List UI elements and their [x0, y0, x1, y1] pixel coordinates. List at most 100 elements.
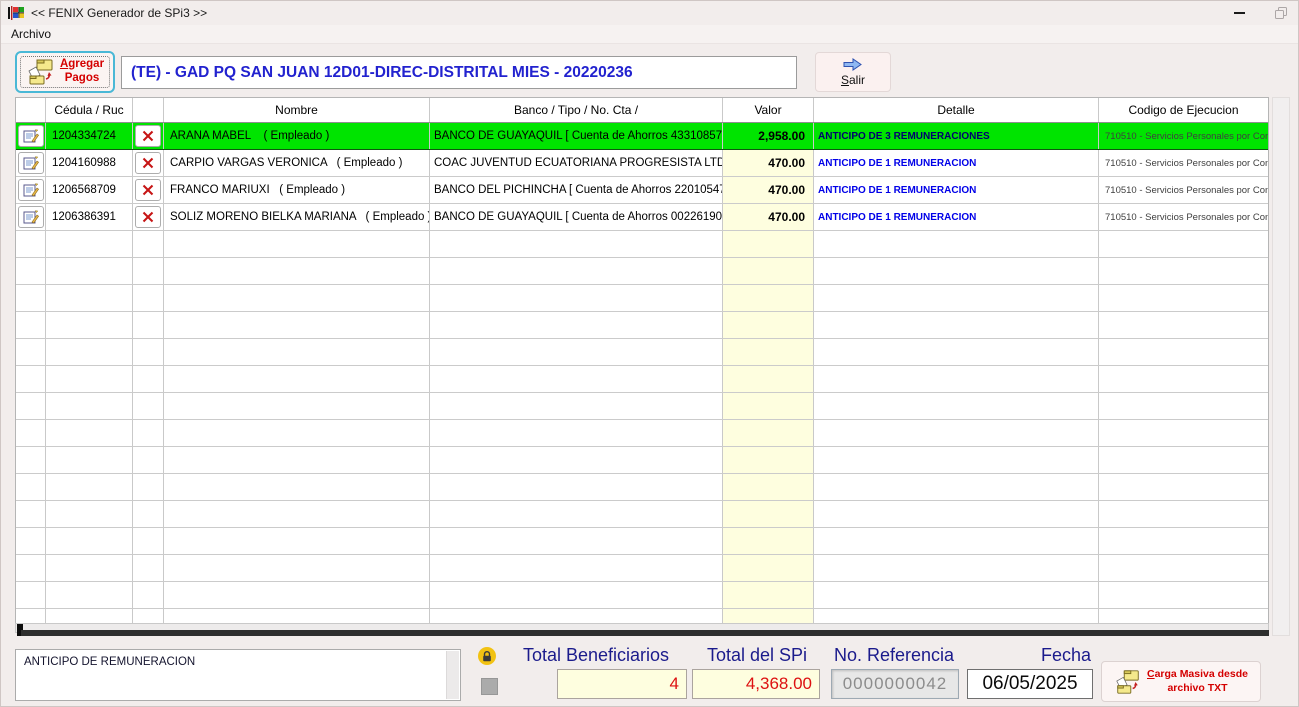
empty-table-row[interactable]: [16, 312, 1268, 339]
cell-detalle: ANTICIPO DE 1 REMUNERACION: [814, 204, 1099, 230]
delete-x-icon: [142, 130, 154, 142]
windows-logo-icon: [8, 5, 25, 21]
cell-codigo: 710510 - Servicios Personales por Contra…: [1099, 123, 1268, 149]
empty-table-row[interactable]: [16, 285, 1268, 312]
referencia-label: No. Referencia: [825, 645, 963, 666]
delete-row-button[interactable]: [135, 152, 161, 174]
load-txt-folder-icon: [1114, 667, 1142, 697]
restore-icon: [1275, 7, 1288, 19]
edit-record-button[interactable]: [18, 206, 44, 228]
edit-record-button[interactable]: [18, 152, 44, 174]
total-beneficiarios-value: 4: [557, 669, 687, 699]
empty-table-row[interactable]: [16, 420, 1268, 447]
empty-table-row[interactable]: [16, 528, 1268, 555]
agregar-pagos-button[interactable]: Agregar Pagos: [15, 51, 115, 93]
carga-masiva-button[interactable]: Carga Masiva desde archivo TXT: [1101, 661, 1261, 702]
cell-banco: BANCO DEL PICHINCHA [ Cuenta de Ahorros …: [430, 177, 723, 203]
exit-arrow-icon: [843, 58, 863, 71]
header-nombre[interactable]: Nombre: [164, 98, 430, 122]
edit-record-icon: [23, 156, 39, 170]
edit-record-icon: [23, 210, 39, 224]
empty-table-row[interactable]: [16, 258, 1268, 285]
salir-button[interactable]: Salir: [815, 52, 891, 92]
delete-x-icon: [142, 211, 154, 223]
header-cedula[interactable]: Cédula / Ruc: [46, 98, 133, 122]
cell-banco: BANCO DE GUAYAQUIL [ Cuenta de Ahorros 0…: [430, 204, 723, 230]
empty-table-row[interactable]: [16, 474, 1268, 501]
cell-nombre: SOLIZ MORENO BIELKA MARIANA ( Empleado ): [164, 204, 430, 230]
cell-nombre: FRANCO MARIUXI ( Empleado ): [164, 177, 430, 203]
vertical-scrollbar[interactable]: [1272, 97, 1290, 636]
memo-text: ANTICIPO DE REMUNERACION: [24, 656, 195, 668]
header-edit-column: [16, 98, 46, 122]
cell-detalle: ANTICIPO DE 1 REMUNERACION: [814, 177, 1099, 203]
detail-memo-field[interactable]: ANTICIPO DE REMUNERACION: [15, 649, 461, 701]
empty-table-row[interactable]: [16, 609, 1268, 623]
table-row[interactable]: 1204334724 ARANA MABEL ( Empleado ) BANC…: [16, 123, 1268, 150]
empty-table-row[interactable]: [16, 339, 1268, 366]
header-codigo[interactable]: Codigo de Ejecucion: [1099, 98, 1268, 122]
total-spi-value: 4,368.00: [692, 669, 820, 699]
cell-codigo: 710510 - Servicios Personales por Contra…: [1099, 204, 1268, 230]
empty-table-row[interactable]: [16, 366, 1268, 393]
salir-label: Salir: [841, 73, 865, 87]
window-title: << FENIX Generador de SPi3 >>: [31, 6, 207, 20]
status-square[interactable]: [481, 678, 498, 695]
lock-badge: [478, 647, 496, 665]
header-delete-column: [133, 98, 164, 122]
spi-title-field[interactable]: (TE) - GAD PQ SAN JUAN 12D01-DIREC-DISTR…: [121, 56, 797, 89]
menu-archivo[interactable]: Archivo: [1, 25, 57, 41]
delete-row-button[interactable]: [135, 206, 161, 228]
cell-cedula: 1206568709: [46, 177, 133, 203]
total-beneficiarios-label: Total Beneficiarios: [501, 645, 691, 666]
table-row[interactable]: 1204160988 CARPIO VARGAS VERONICA ( Empl…: [16, 150, 1268, 177]
grid-bottom-bar: [21, 630, 1269, 636]
edit-record-button[interactable]: [18, 125, 44, 147]
cell-codigo: 710510 - Servicios Personales por Contra…: [1099, 177, 1268, 203]
table-row[interactable]: 1206568709 FRANCO MARIUXI ( Empleado ) B…: [16, 177, 1268, 204]
minimize-button[interactable]: [1219, 1, 1259, 25]
header-valor[interactable]: Valor: [723, 98, 814, 122]
delete-row-button[interactable]: [135, 179, 161, 201]
header-banco[interactable]: Banco / Tipo / No. Cta /: [430, 98, 723, 122]
cell-valor: 470.00: [723, 177, 814, 203]
empty-table-row[interactable]: [16, 231, 1268, 258]
title-bar: << FENIX Generador de SPi3 >>: [1, 1, 1298, 25]
cell-codigo: 710510 - Servicios Personales por Contra…: [1099, 150, 1268, 176]
cell-valor: 470.00: [723, 204, 814, 230]
total-spi-label: Total del SPi: [691, 645, 823, 666]
cell-valor: 2,958.00: [723, 123, 814, 149]
referencia-value: 0000000042: [831, 669, 959, 699]
empty-table-row[interactable]: [16, 555, 1268, 582]
cell-detalle: ANTICIPO DE 3 REMUNERACIONES: [814, 123, 1099, 149]
grid-header-row: Cédula / Ruc Nombre Banco / Tipo / No. C…: [16, 98, 1268, 123]
table-row[interactable]: 1206386391 SOLIZ MORENO BIELKA MARIANA (…: [16, 204, 1268, 231]
cell-detalle: ANTICIPO DE 1 REMUNERACION: [814, 150, 1099, 176]
edit-record-icon: [23, 183, 39, 197]
empty-table-row[interactable]: [16, 501, 1268, 528]
payments-grid: Cédula / Ruc Nombre Banco / Tipo / No. C…: [15, 97, 1269, 623]
delete-x-icon: [142, 184, 154, 196]
cell-cedula: 1204160988: [46, 150, 133, 176]
menu-bar: Archivo: [1, 25, 1298, 44]
empty-table-row[interactable]: [16, 393, 1268, 420]
grid-body: 1204334724 ARANA MABEL ( Empleado ) BANC…: [16, 123, 1268, 623]
cell-nombre: CARPIO VARGAS VERONICA ( Empleado ): [164, 150, 430, 176]
cell-cedula: 1204334724: [46, 123, 133, 149]
edit-record-button[interactable]: [18, 179, 44, 201]
edit-record-icon: [23, 129, 39, 143]
delete-row-button[interactable]: [135, 125, 161, 147]
header-detalle[interactable]: Detalle: [814, 98, 1099, 122]
empty-table-row[interactable]: [16, 447, 1268, 474]
cell-cedula: 1206386391: [46, 204, 133, 230]
memo-scrollbar[interactable]: [446, 651, 459, 699]
cell-banco: COAC JUVENTUD ECUATORIANA PROGRESISTA LT…: [430, 150, 723, 176]
delete-x-icon: [142, 157, 154, 169]
empty-table-row[interactable]: [16, 582, 1268, 609]
carga-masiva-label: Carga Masiva desde archivo TXT: [1147, 668, 1248, 694]
cell-banco: BANCO DE GUAYAQUIL [ Cuenta de Ahorros 4…: [430, 123, 723, 149]
focus-rectangle: [20, 56, 110, 88]
cell-valor: 470.00: [723, 150, 814, 176]
fecha-value[interactable]: 06/05/2025: [967, 669, 1093, 699]
restore-button[interactable]: [1263, 1, 1299, 25]
